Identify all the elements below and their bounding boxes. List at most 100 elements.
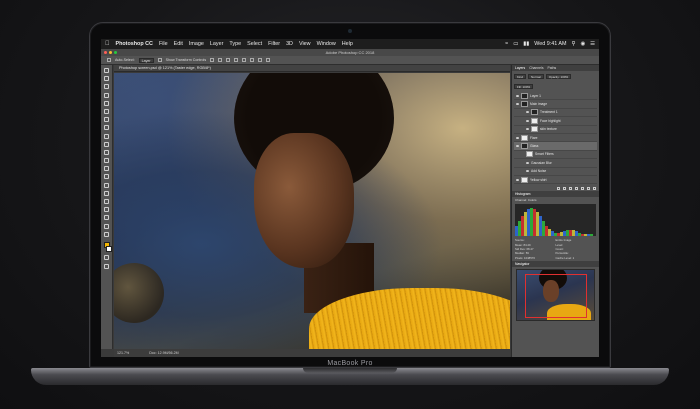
- new-group-icon[interactable]: [581, 186, 584, 190]
- histogram-source-select[interactable]: Entire Image: [556, 238, 597, 242]
- align-left-icon[interactable]: [210, 58, 215, 62]
- pen-tool-icon[interactable]: [104, 182, 109, 188]
- layer-row[interactable]: Treatment 1: [514, 109, 597, 118]
- align-bottom-icon[interactable]: [250, 58, 255, 62]
- menu-select[interactable]: Select: [247, 41, 262, 47]
- layer-row[interactable]: Smart Filters: [514, 151, 597, 160]
- layer-row[interactable]: skin texture: [514, 126, 597, 134]
- adjustment-icon[interactable]: [575, 186, 578, 190]
- align-center-icon[interactable]: [218, 58, 223, 62]
- layer-row[interactable]: Glass: [514, 142, 597, 151]
- new-layer-icon[interactable]: [587, 186, 590, 190]
- layer-row[interactable]: Add Noise: [514, 168, 597, 176]
- menu-view[interactable]: View: [299, 41, 311, 47]
- more-tools-icon[interactable]: [104, 231, 109, 237]
- visibility-icon[interactable]: [526, 128, 529, 131]
- screen-mode-icon[interactable]: [104, 263, 109, 269]
- auto-select-dropdown[interactable]: Layer: [138, 57, 154, 63]
- visibility-icon[interactable]: [516, 145, 519, 148]
- menu-window[interactable]: Window: [317, 41, 336, 47]
- move-tool-icon[interactable]: [107, 58, 111, 62]
- layer-row[interactable]: Layer 1: [514, 92, 597, 101]
- visibility-icon[interactable]: [526, 170, 529, 173]
- siri-icon[interactable]: ◉: [580, 41, 585, 47]
- navigator-preview[interactable]: [516, 268, 595, 321]
- distribute-icon[interactable]: [258, 58, 263, 62]
- visibility-icon[interactable]: [526, 111, 529, 114]
- menu-image[interactable]: Image: [189, 41, 204, 47]
- apple-icon[interactable]: : [105, 41, 110, 47]
- zoom-icon[interactable]: [114, 51, 117, 54]
- shape-tool-icon[interactable]: [104, 207, 109, 213]
- fx-icon[interactable]: [563, 186, 566, 190]
- search-icon[interactable]: ⚲: [571, 41, 575, 47]
- visibility-icon[interactable]: [516, 178, 519, 181]
- menu-file[interactable]: File: [159, 41, 168, 47]
- menu-app-name[interactable]: Photoshop CC: [116, 41, 153, 47]
- move-tool-icon[interactable]: [104, 68, 109, 73]
- visibility-icon[interactable]: [516, 136, 519, 139]
- histogram-channel-select[interactable]: Colors: [528, 198, 537, 202]
- document-info[interactable]: Doc: 12.9M/56.2M: [149, 351, 178, 355]
- menu-help[interactable]: Help: [342, 41, 353, 47]
- quick-mask-icon[interactable]: [104, 255, 109, 261]
- fill-field[interactable]: Fill: 100%: [514, 83, 534, 89]
- marquee-tool-icon[interactable]: [104, 76, 109, 82]
- tab-channels[interactable]: Channels: [529, 66, 543, 70]
- blend-mode-select[interactable]: Normal: [528, 73, 544, 79]
- eyedropper-tool-icon[interactable]: [104, 108, 109, 114]
- visibility-icon[interactable]: [526, 119, 529, 122]
- clone-stamp-tool-icon[interactable]: [104, 133, 109, 139]
- minimize-icon[interactable]: [109, 51, 112, 54]
- airplay-icon[interactable]: ▭: [513, 41, 518, 47]
- 3d-mode-icon[interactable]: [266, 58, 271, 62]
- layer-row[interactable]: Yellow shirt: [514, 176, 597, 185]
- document-tab[interactable]: Photoshop screen.psd @ 121% (Taster edge…: [114, 65, 510, 72]
- menu-layer[interactable]: Layer: [210, 41, 224, 47]
- notification-center-icon[interactable]: ☰: [590, 41, 595, 47]
- clock[interactable]: Wed 9:41 AM: [534, 41, 566, 47]
- navigator-view-box[interactable]: [525, 273, 587, 318]
- menu-edit[interactable]: Edit: [174, 41, 183, 47]
- layer-row[interactable]: Face highlight: [514, 117, 597, 126]
- brush-tool-icon[interactable]: [104, 125, 109, 131]
- visibility-icon[interactable]: [516, 103, 519, 106]
- align-top-icon[interactable]: [234, 58, 239, 62]
- blur-tool-icon[interactable]: [104, 166, 109, 172]
- lasso-tool-icon[interactable]: [104, 84, 109, 90]
- menu-type[interactable]: Type: [229, 41, 241, 47]
- zoom-tool-icon[interactable]: [104, 223, 109, 229]
- battery-icon[interactable]: ▮▮: [523, 41, 529, 47]
- tab-layers[interactable]: Layers: [515, 66, 525, 70]
- layer-row[interactable]: Flare: [514, 134, 597, 143]
- kind-filter[interactable]: Kind: [514, 73, 527, 79]
- wifi-icon[interactable]: ≈: [505, 41, 508, 47]
- align-right-icon[interactable]: [226, 58, 231, 62]
- show-transform-checkbox[interactable]: [157, 58, 162, 62]
- quick-select-tool-icon[interactable]: [104, 92, 109, 98]
- link-icon[interactable]: [557, 186, 560, 190]
- mask-icon[interactable]: [569, 186, 572, 190]
- close-icon[interactable]: [104, 51, 107, 54]
- path-select-tool-icon[interactable]: [104, 199, 109, 204]
- eraser-tool-icon[interactable]: [104, 149, 109, 155]
- trash-icon[interactable]: [593, 186, 596, 190]
- auto-select-label[interactable]: Auto-Select:: [115, 58, 135, 62]
- image-canvas[interactable]: [114, 73, 510, 349]
- background-color-swatch[interactable]: [105, 246, 112, 253]
- opacity-field[interactable]: Opacity: 100%: [545, 73, 572, 79]
- layer-row[interactable]: Main image: [514, 100, 597, 109]
- hand-tool-icon[interactable]: [104, 215, 109, 221]
- crop-tool-icon[interactable]: [104, 100, 109, 106]
- show-transform-label[interactable]: Show Transform Controls: [166, 58, 207, 62]
- align-middle-icon[interactable]: [242, 58, 247, 62]
- type-tool-icon[interactable]: [104, 190, 109, 196]
- healing-brush-tool-icon[interactable]: [104, 117, 109, 123]
- navigator-header[interactable]: Navigator: [512, 260, 599, 267]
- visibility-icon[interactable]: [516, 94, 519, 97]
- visibility-icon[interactable]: [526, 161, 529, 164]
- history-brush-tool-icon[interactable]: [104, 141, 109, 147]
- menu-filter[interactable]: Filter: [268, 41, 280, 47]
- layer-row[interactable]: Gaussian Blur: [514, 159, 597, 168]
- gradient-tool-icon[interactable]: [104, 158, 109, 164]
